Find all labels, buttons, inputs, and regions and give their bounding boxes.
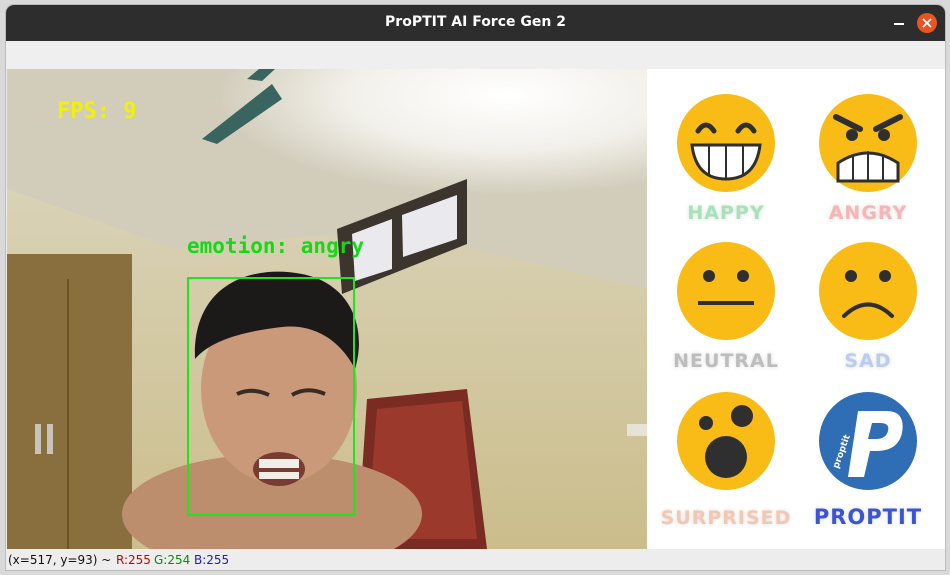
sad-emoji-icon bbox=[819, 242, 917, 340]
toolbar bbox=[6, 41, 945, 70]
app-window: ProPTIT AI Force Gen 2 FPS: 9 emotion: a… bbox=[6, 5, 945, 570]
webcam-view[interactable]: FPS: 9 emotion: angry bbox=[7, 69, 647, 549]
pixel-green-value: G:254 bbox=[154, 553, 191, 567]
status-bar: (x=517, y=93) ~ R:255 G:254 B:255 bbox=[6, 549, 945, 570]
window-title: ProPTIT AI Force Gen 2 bbox=[385, 14, 566, 30]
title-bar: ProPTIT AI Force Gen 2 bbox=[6, 5, 945, 41]
cursor-coords: (x=517, y=93) ~ bbox=[8, 553, 112, 567]
legend-label-happy: HAPPY bbox=[687, 202, 765, 224]
emotion-label: emotion: angry bbox=[187, 234, 365, 258]
close-button[interactable] bbox=[917, 13, 937, 33]
pixel-blue-value: B:255 bbox=[194, 553, 230, 567]
legend-label-surprised: SURPRISED bbox=[660, 507, 792, 529]
legend-label-angry: ANGRY bbox=[828, 202, 908, 224]
pixel-red-value: R:255 bbox=[116, 553, 151, 567]
surprised-emoji-icon bbox=[677, 392, 775, 490]
minimize-button[interactable] bbox=[889, 13, 909, 33]
angry-emoji-icon bbox=[819, 94, 917, 192]
face-bounding-box bbox=[187, 277, 355, 516]
legend-label-proptit: PROPTIT bbox=[813, 505, 923, 529]
happy-emoji-icon bbox=[677, 94, 775, 192]
fps-counter: FPS: 9 bbox=[57, 99, 137, 124]
neutral-emoji-icon bbox=[677, 242, 775, 340]
close-icon bbox=[922, 18, 932, 28]
legend-label-neutral: NEUTRAL bbox=[673, 350, 779, 372]
legend-label-sad: SAD bbox=[844, 350, 892, 372]
emotion-legend-panel: HAPPY ANGRY NEUTRAL SAD SURPRISED propti… bbox=[647, 69, 945, 549]
wardrobe bbox=[7, 254, 132, 549]
proptit-logo-icon: proptit bbox=[819, 392, 917, 490]
